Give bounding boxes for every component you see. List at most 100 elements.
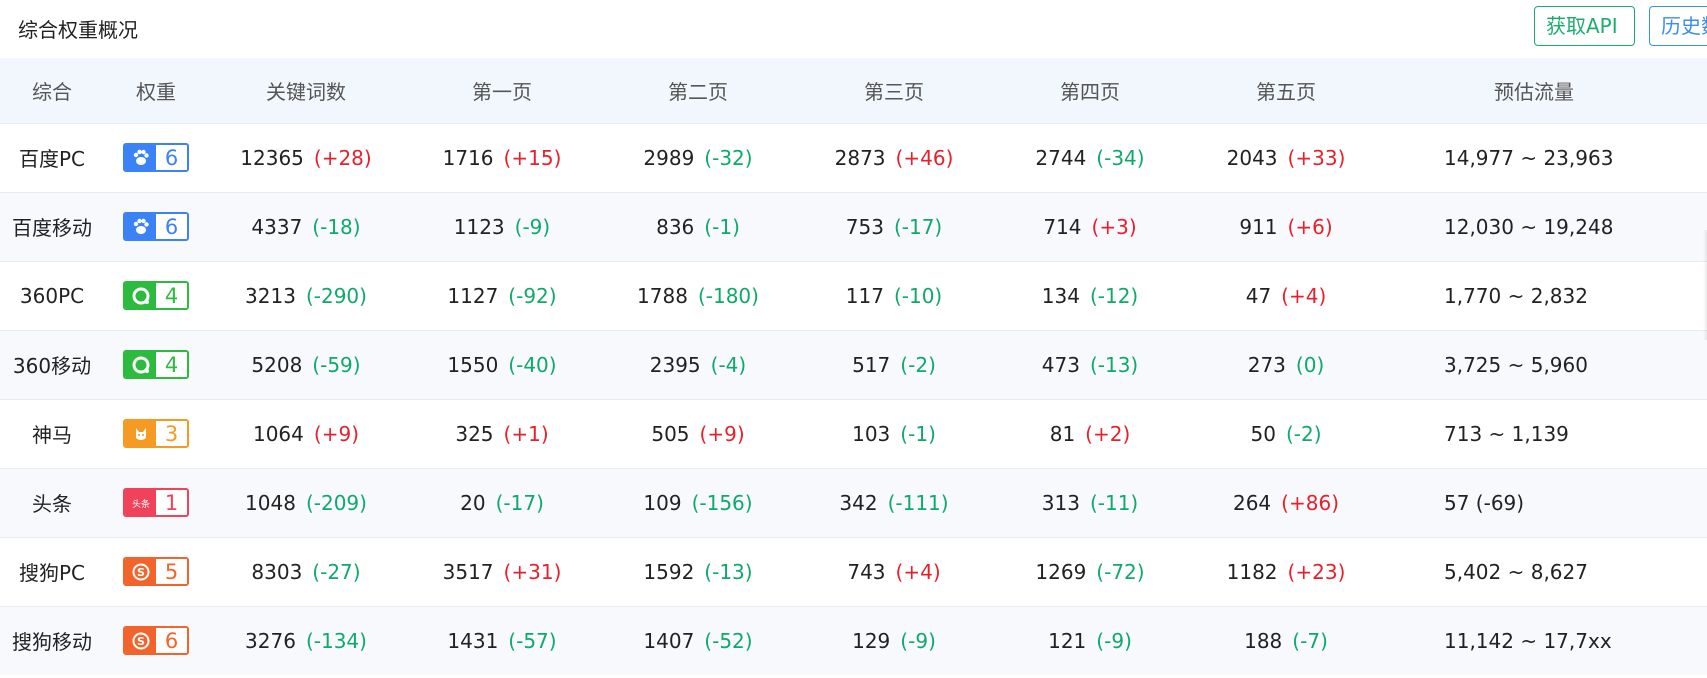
count-cell[interactable]: 1407 (-52) — [600, 606, 796, 675]
engine-name: 360PC — [19, 283, 85, 308]
count-value: 273 — [1247, 352, 1286, 377]
count-cell[interactable]: 313 (-11) — [992, 468, 1188, 537]
count-cell[interactable]: 2043 (+33) — [1188, 123, 1384, 192]
count-cell[interactable]: 3276 (-134) — [208, 606, 404, 675]
weight-badge[interactable]: 4 — [123, 281, 189, 310]
weight-badge[interactable]: 头条 1 — [123, 488, 189, 517]
count-cell[interactable]: 1592 (-13) — [600, 537, 796, 606]
count-value: 313 — [1041, 490, 1080, 515]
count-cell[interactable]: 505 (+9) — [600, 399, 796, 468]
count-value: 4337 — [251, 214, 303, 239]
count-value: 81 — [1049, 421, 1076, 446]
change-value: (-32) — [704, 145, 753, 170]
weight-cell: 3 — [104, 399, 208, 468]
weight-value: 4 — [156, 352, 187, 377]
count-value: 109 — [643, 490, 682, 515]
change-value: (-34) — [1096, 145, 1145, 170]
count-value: 1048 — [245, 490, 296, 515]
count-value: 3213 — [245, 283, 296, 308]
count-value: 121 — [1048, 628, 1087, 653]
count-cell[interactable]: 1182 (+23) — [1188, 537, 1384, 606]
count-cell[interactable]: 264 (+86) — [1188, 468, 1384, 537]
weight-cell: 头条 1 — [104, 468, 208, 537]
count-cell[interactable]: 117 (-10) — [796, 261, 992, 330]
count-cell[interactable]: 8303 (-27) — [208, 537, 404, 606]
count-cell[interactable]: 1716 (+15) — [404, 123, 600, 192]
count-cell[interactable]: 1269 (-72) — [992, 537, 1188, 606]
count-value: 8303 — [251, 559, 303, 584]
count-cell[interactable]: 1123 (-9) — [404, 192, 600, 261]
count-cell[interactable]: 3517 (+31) — [404, 537, 600, 606]
table-row: 神马 3 1064 (+9) 325 (+1) 505 (+9) 103 (-1) 81… — [0, 399, 1707, 468]
weight-badge[interactable]: S 6 — [123, 626, 189, 656]
change-value: (+6) — [1287, 214, 1333, 239]
count-cell[interactable]: 103 (-1) — [796, 399, 992, 468]
change-value: (-72) — [1096, 559, 1145, 584]
count-cell[interactable]: 5208 (-59) — [208, 330, 404, 399]
get-api-button[interactable]: 获取API — [1534, 6, 1635, 46]
scroll-edge-shadow — [1703, 230, 1707, 340]
count-cell[interactable]: 911 (+6) — [1188, 192, 1384, 261]
weight-badge[interactable]: 6 — [123, 212, 189, 241]
count-cell[interactable]: 714 (+3) — [992, 192, 1188, 261]
count-value: 753 — [845, 214, 884, 239]
change-value: (-59) — [312, 352, 361, 377]
count-value: 1431 — [447, 628, 499, 653]
count-cell[interactable]: 20 (-17) — [404, 468, 600, 537]
count-cell[interactable]: 753 (-17) — [796, 192, 992, 261]
change-value: (-209) — [305, 490, 367, 515]
count-cell[interactable]: 1127 (-92) — [404, 261, 600, 330]
count-cell[interactable]: 273 (0) — [1188, 330, 1384, 399]
weight-badge[interactable]: 6 — [123, 143, 189, 172]
count-cell[interactable]: 2395 (-4) — [600, 330, 796, 399]
change-value: (-40) — [508, 352, 557, 377]
count-cell[interactable]: 743 (+4) — [796, 537, 992, 606]
count-cell[interactable]: 109 (-156) — [600, 468, 796, 537]
count-cell[interactable]: 1431 (-57) — [404, 606, 600, 675]
count-value: 129 — [852, 628, 891, 653]
weight-value: 6 — [156, 628, 187, 654]
change-value: (0) — [1295, 352, 1325, 377]
count-cell[interactable]: 325 (+1) — [404, 399, 600, 468]
weight-cell: 6 — [104, 123, 208, 192]
baidu-icon — [125, 145, 156, 170]
traffic-cell: 57 (-69) — [1384, 468, 1707, 537]
sogou-icon: S — [125, 559, 156, 584]
count-cell[interactable]: 188 (-7) — [1188, 606, 1384, 675]
count-cell[interactable]: 3213 (-290) — [208, 261, 404, 330]
count-cell[interactable]: 134 (-12) — [992, 261, 1188, 330]
count-cell[interactable]: 2873 (+46) — [796, 123, 992, 192]
count-value: 505 — [651, 421, 690, 446]
count-cell[interactable]: 81 (+2) — [992, 399, 1188, 468]
weight-badge[interactable]: S 5 — [123, 557, 189, 586]
traffic-cell: 713 ~ 1,139 — [1384, 399, 1707, 468]
count-cell[interactable]: 2744 (-34) — [992, 123, 1188, 192]
count-cell[interactable]: 2989 (-32) — [600, 123, 796, 192]
count-cell[interactable]: 1048 (-209) — [208, 468, 404, 537]
change-value: (-17) — [893, 214, 943, 239]
count-cell[interactable]: 1550 (-40) — [404, 330, 600, 399]
count-cell[interactable]: 473 (-13) — [992, 330, 1188, 399]
weight-cell: 4 — [104, 261, 208, 330]
count-cell[interactable]: 4337 (-18) — [208, 192, 404, 261]
count-cell[interactable]: 121 (-9) — [992, 606, 1188, 675]
count-cell[interactable]: 1064 (+9) — [208, 399, 404, 468]
weight-badge[interactable]: 3 — [123, 419, 189, 448]
count-cell[interactable]: 47 (+4) — [1188, 261, 1384, 330]
traffic-value: 5,402 ~ 8,627 — [1444, 559, 1588, 584]
count-cell[interactable]: 342 (-111) — [796, 468, 992, 537]
change-value: (-10) — [893, 283, 943, 308]
count-cell[interactable]: 129 (-9) — [796, 606, 992, 675]
weight-badge[interactable]: 4 — [123, 350, 189, 379]
count-value: 1788 — [637, 283, 688, 308]
count-cell[interactable]: 1788 (-180) — [600, 261, 796, 330]
count-value: 325 — [455, 421, 494, 446]
change-value: (+15) — [503, 145, 562, 170]
count-cell[interactable]: 836 (-1) — [600, 192, 796, 261]
count-cell[interactable]: 517 (-2) — [796, 330, 992, 399]
count-value: 342 — [839, 490, 878, 515]
count-cell[interactable]: 12365 (+28) — [208, 123, 404, 192]
count-cell[interactable]: 50 (-2) — [1188, 399, 1384, 468]
history-data-button[interactable]: 历史数据 — [1649, 6, 1707, 46]
table-row: 百度PC 6 12365 (+28) 1716 (+15) 2989 (-32) 28… — [0, 123, 1707, 192]
